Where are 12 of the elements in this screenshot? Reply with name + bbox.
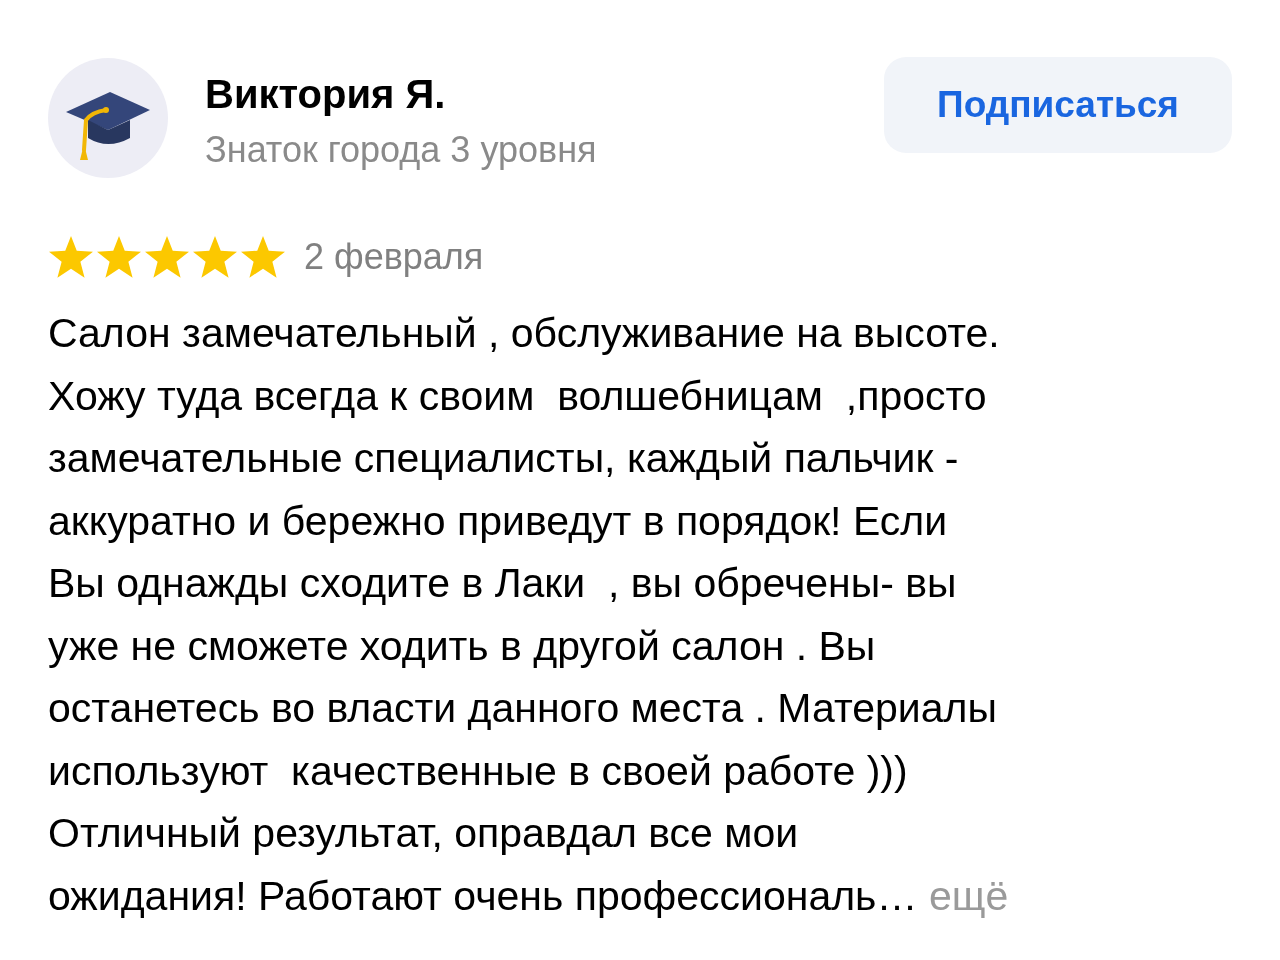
star-icon — [192, 235, 238, 279]
review-text: Салон замечательный , обслуживание на высоте. Хожу туда всегда к своим волшебницам ,просто замечательные специалисты, каждый пальчик - аккуратно и бережно приведут в порядок! Если Вы однажды сходите в Лаки , вы обречены- вы уже не сможете ходить в другой салон . Вы останетесь во власти данного места . Материалы используют качественные в своей работе ))) Отличный результат, оправдал все мои ожидания! Работают очень профессиональ… ещё — [48, 309, 1010, 921]
star-icon — [48, 235, 94, 279]
author-level: Знаток города 3 уровня — [205, 128, 598, 172]
author-name: Виктория Я. — [205, 71, 447, 118]
star-icon — [96, 235, 142, 279]
star-icon — [144, 235, 190, 279]
subscribe-button[interactable]: Подписаться — [884, 57, 1232, 153]
star-icon — [240, 235, 286, 279]
more-link[interactable]: ещё — [928, 872, 1009, 919]
review-date: 2 февраля — [304, 236, 484, 278]
avatar-graduation-cap-icon — [48, 58, 168, 178]
